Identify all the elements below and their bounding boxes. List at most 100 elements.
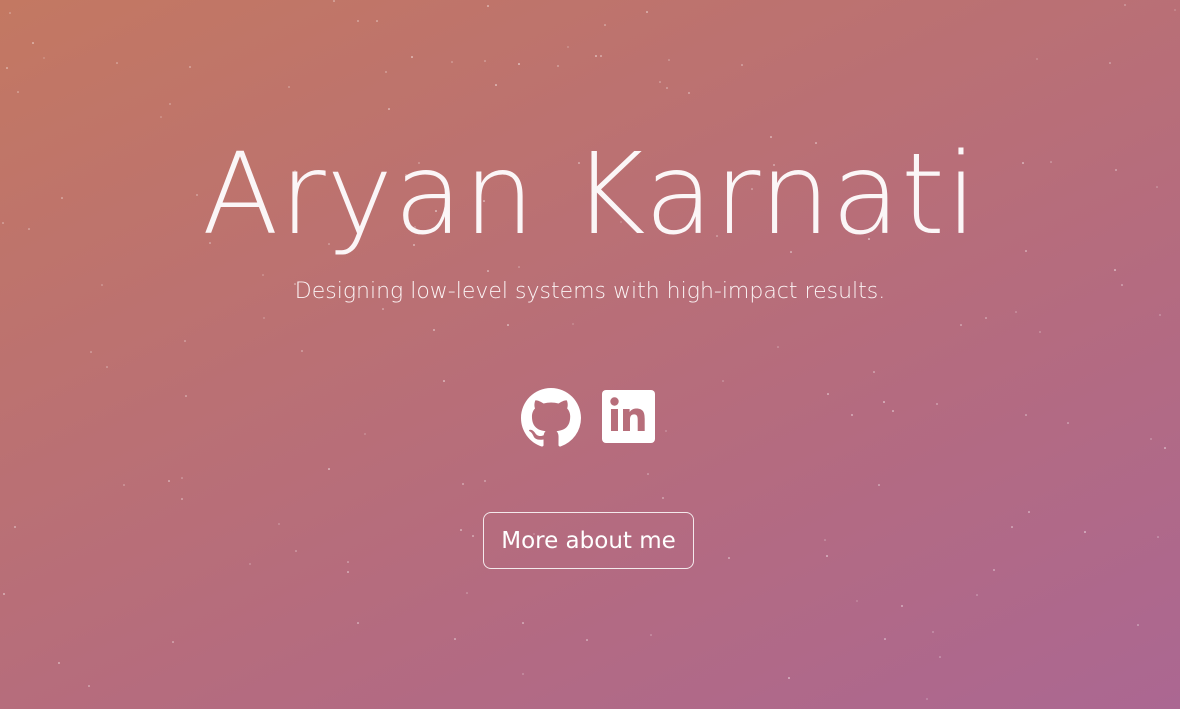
star-dot — [6, 67, 8, 69]
star-dot — [90, 351, 92, 353]
hero-name: Aryan Karnati — [202, 130, 978, 260]
star-dot — [160, 116, 162, 118]
star-dot — [249, 563, 251, 565]
star-dot — [567, 46, 569, 48]
github-link[interactable] — [521, 388, 581, 447]
star-dot — [385, 71, 387, 73]
star-dot — [189, 66, 191, 68]
star-dot — [884, 638, 886, 640]
star-dot — [495, 84, 497, 86]
star-dot — [357, 622, 359, 624]
star-dot — [172, 641, 174, 643]
star-dot — [328, 468, 330, 470]
star-dot — [333, 0, 335, 2]
star-dot — [507, 324, 509, 326]
star-dot — [17, 91, 19, 93]
star-dot — [388, 108, 390, 110]
star-dot — [169, 103, 171, 105]
star-dot — [451, 61, 453, 63]
star-dot — [939, 656, 941, 658]
star-dot — [522, 673, 524, 675]
star-dot — [411, 56, 413, 58]
star-dot — [278, 523, 280, 525]
more-about-me-button[interactable]: More about me — [483, 512, 694, 569]
star-dot — [901, 605, 903, 607]
star-dot — [557, 65, 559, 67]
social-links — [0, 388, 1180, 447]
star-dot — [666, 87, 668, 89]
star-dot — [181, 498, 183, 500]
github-icon — [521, 388, 581, 447]
star-dot — [1137, 624, 1139, 626]
star-dot — [604, 24, 606, 26]
linkedin-link[interactable] — [601, 388, 659, 446]
star-dot — [301, 350, 303, 352]
star-dot — [263, 317, 265, 319]
star-dot — [826, 555, 828, 557]
linkedin-icon — [602, 390, 655, 443]
star-dot — [1028, 511, 1030, 513]
star-dot — [1084, 531, 1086, 533]
star-dot — [777, 346, 779, 348]
star-dot — [600, 55, 602, 57]
hero-tagline: Designing low-level systems with high-im… — [294, 279, 886, 304]
star-dot — [522, 622, 524, 624]
star-dot — [824, 539, 826, 541]
star-dot — [433, 329, 435, 331]
star-dot — [382, 308, 384, 310]
star-dot — [728, 557, 730, 559]
star-dot — [659, 81, 661, 83]
star-dot — [472, 535, 474, 537]
star-dot — [1114, 269, 1116, 271]
star-dot — [32, 42, 34, 44]
star-dot — [116, 62, 118, 64]
star-dot — [741, 64, 743, 66]
star-dot — [357, 20, 359, 22]
hero-section: Aryan Karnati Designing low-level system… — [0, 0, 1180, 709]
star-dot — [462, 483, 464, 485]
star-dot — [650, 634, 652, 636]
star-dot — [443, 380, 445, 382]
star-dot — [484, 480, 486, 482]
star-dot — [262, 274, 264, 276]
star-dot — [1039, 331, 1041, 333]
star-dot — [466, 592, 468, 594]
star-dot — [454, 638, 456, 640]
star-dot — [1159, 314, 1161, 316]
star-dot — [993, 569, 995, 571]
star-dot — [184, 340, 186, 342]
star-dot — [1109, 62, 1111, 64]
star-dot — [347, 561, 349, 563]
star-dot — [168, 480, 170, 482]
star-dot — [647, 473, 649, 475]
star-dot — [43, 57, 45, 59]
star-dot — [788, 677, 790, 679]
star-dot — [88, 685, 90, 687]
star-dot — [586, 639, 588, 641]
star-dot — [856, 600, 858, 602]
star-dot — [873, 371, 875, 373]
star-dot — [1124, 4, 1126, 6]
star-dot — [1015, 311, 1017, 313]
star-dot — [58, 662, 60, 664]
star-dot — [722, 380, 724, 382]
star-dot — [460, 529, 462, 531]
star-dot — [878, 484, 880, 486]
star-dot — [295, 550, 297, 552]
star-dot — [376, 20, 378, 22]
star-dot — [926, 698, 928, 700]
star-dot — [9, 12, 11, 14]
star-dot — [960, 324, 962, 326]
star-dot — [595, 55, 597, 57]
star-dot — [106, 366, 108, 368]
star-dot — [668, 59, 670, 61]
star-dot — [985, 317, 987, 319]
starfield-background — [0, 0, 1180, 709]
star-dot — [518, 266, 520, 268]
star-dot — [484, 60, 486, 62]
star-dot — [932, 631, 934, 633]
star-dot — [688, 92, 690, 94]
star-dot — [123, 484, 125, 486]
star-dot — [1157, 536, 1159, 538]
star-dot — [487, 5, 489, 7]
